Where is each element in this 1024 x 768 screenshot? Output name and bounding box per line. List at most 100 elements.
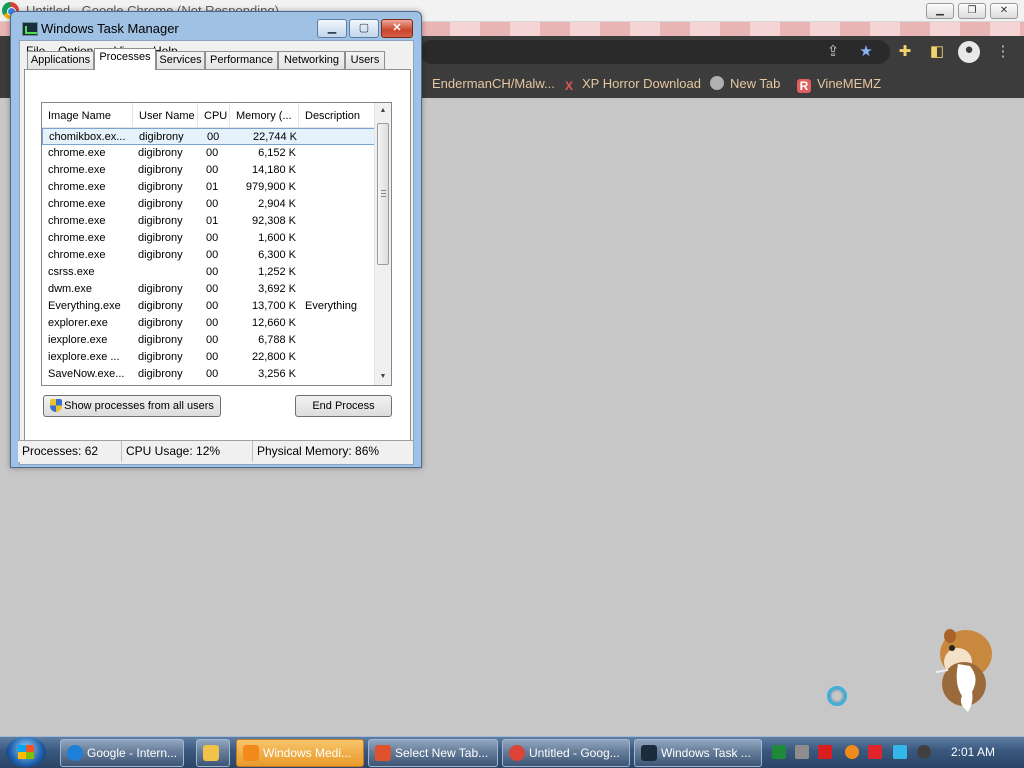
scroll-down-arrow-icon[interactable]: ▼ xyxy=(375,369,391,385)
process-memory: 3,692 K xyxy=(258,283,296,295)
process-cpu: 01 xyxy=(206,215,219,227)
task-manager-icon xyxy=(641,745,657,761)
tray-volume-icon[interactable] xyxy=(917,745,931,759)
table-row[interactable]: explorer.exe digibrony 00 12,660 K xyxy=(42,315,375,332)
table-row[interactable]: chrome.exe digibrony 01 979,900 K xyxy=(42,179,375,196)
profile-avatar-icon[interactable]: ● xyxy=(958,41,980,63)
table-row[interactable]: chrome.exe digibrony 00 6,152 K xyxy=(42,145,375,162)
process-memory: 1,252 K xyxy=(258,266,296,278)
table-row[interactable]: iexplore.exe digibrony 00 6,788 K xyxy=(42,332,375,349)
process-list-header: Image Name ▲ User Name CPU Memory (... De… xyxy=(42,103,375,128)
taskbar-button-label: Windows Medi... xyxy=(263,746,352,760)
tray-search-icon[interactable] xyxy=(845,745,859,759)
clock[interactable]: 2:01 AM xyxy=(951,745,995,759)
tab-processes[interactable]: Processes xyxy=(94,48,156,70)
column-memory[interactable]: Memory (... xyxy=(230,103,299,128)
process-image-name: chrome.exe xyxy=(48,215,106,227)
process-memory: 6,152 K xyxy=(258,147,296,159)
process-memory: 2,904 K xyxy=(258,198,296,210)
side-panel-icon[interactable]: ◧ xyxy=(928,43,946,61)
process-cpu: 00 xyxy=(206,351,219,363)
process-memory: 6,788 K xyxy=(258,334,296,346)
process-memory: 92,308 K xyxy=(251,215,296,227)
process-user-name: digibrony xyxy=(138,215,183,227)
close-button[interactable]: ✕ xyxy=(381,19,413,38)
table-row[interactable]: chrome.exe digibrony 00 6,300 K xyxy=(42,247,375,264)
tab-networking[interactable]: Networking xyxy=(278,51,345,70)
process-cpu: 00 xyxy=(206,283,219,295)
column-user-name[interactable]: User Name xyxy=(133,103,198,128)
chrome-minimize-button[interactable]: ▁ xyxy=(926,3,954,19)
extensions-icon[interactable]: ✚ xyxy=(896,43,914,61)
process-user-name: digibrony xyxy=(138,147,183,159)
process-image-name: iexplore.exe xyxy=(48,334,108,346)
chrome-close-button[interactable]: ✕ xyxy=(990,3,1018,19)
taskbar-button-app[interactable]: Select New Tab... xyxy=(368,739,498,767)
maximize-button[interactable]: ▢ xyxy=(349,19,379,38)
bookmark-xp-horror[interactable]: X XP Horror Download xyxy=(562,76,701,93)
table-row[interactable]: chomikbox.ex... digibrony 00 22,744 K xyxy=(42,128,375,145)
tab-performance[interactable]: Performance xyxy=(205,51,278,70)
tray-v-icon[interactable] xyxy=(818,745,832,759)
process-description xyxy=(305,179,375,196)
process-image-name: dwm.exe xyxy=(48,283,93,295)
scrollbar-thumb[interactable] xyxy=(377,123,389,265)
scroll-up-arrow-icon[interactable]: ▲ xyxy=(375,103,391,119)
table-row[interactable]: chrome.exe digibrony 00 14,180 K xyxy=(42,162,375,179)
taskbar-button-label: Select New Tab... xyxy=(395,746,489,760)
table-row[interactable]: chrome.exe digibrony 01 92,308 K xyxy=(42,213,375,230)
end-process-button[interactable]: End Process xyxy=(295,395,392,417)
start-button[interactable] xyxy=(6,737,46,767)
tray-green-icon[interactable] xyxy=(772,745,786,759)
hamster-pet-image[interactable] xyxy=(928,614,998,714)
table-row[interactable]: iexplore.exe ... digibrony 00 22,800 K xyxy=(42,349,375,366)
process-description xyxy=(305,332,375,349)
bookmark-star-icon[interactable]: ★ xyxy=(857,43,875,61)
process-list: Image Name ▲ User Name CPU Memory (... De… xyxy=(41,102,392,386)
table-row[interactable]: dwm.exe digibrony 00 3,692 K xyxy=(42,281,375,298)
process-cpu: 00 xyxy=(206,334,219,346)
process-image-name: SaveNow.exe... xyxy=(48,368,125,380)
process-description xyxy=(305,230,375,247)
taskbar-button-media-player[interactable]: Windows Medi... xyxy=(236,739,364,767)
taskbar-button-ie[interactable]: Google - Intern... xyxy=(60,739,184,767)
tray-flag-icon[interactable] xyxy=(868,745,882,759)
process-cpu: 00 xyxy=(206,300,219,312)
table-row[interactable]: chrome.exe digibrony 00 1,600 K xyxy=(42,230,375,247)
column-description[interactable]: Description xyxy=(299,103,375,128)
bookmark-endermanch[interactable]: EndermanCH/Malw... xyxy=(432,76,555,91)
taskbar-button-chrome[interactable]: Untitled - Goog... xyxy=(502,739,630,767)
table-row[interactable]: chrome.exe digibrony 00 2,904 K xyxy=(42,196,375,213)
tab-users[interactable]: Users xyxy=(345,51,385,70)
taskbar-button-label: Windows Task ... xyxy=(661,746,751,760)
tray-monitor-icon[interactable] xyxy=(893,745,907,759)
process-list-scrollbar[interactable]: ▲ ▼ xyxy=(374,103,391,385)
tab-services[interactable]: Services xyxy=(156,51,205,70)
status-cpu-usage: CPU Usage: 12% xyxy=(122,441,253,462)
chrome-maximize-button[interactable]: ❐ xyxy=(958,3,986,19)
bookmark-new-tab[interactable]: New Tab xyxy=(710,76,780,91)
x-icon: X xyxy=(564,79,573,93)
process-description xyxy=(305,145,375,162)
taskbar-button-folder[interactable] xyxy=(196,739,230,767)
minimize-button[interactable]: ▁ xyxy=(317,19,347,38)
process-user-name: digibrony xyxy=(139,131,184,143)
table-row[interactable]: SaveNow.exe... digibrony 00 3,256 K xyxy=(42,366,375,383)
process-image-name: chrome.exe xyxy=(48,249,106,261)
column-image-name[interactable]: Image Name ▲ xyxy=(42,103,133,128)
chrome-address-bar[interactable] xyxy=(420,40,890,64)
tray-network-icon[interactable] xyxy=(795,745,809,759)
share-icon[interactable]: ⇪ xyxy=(824,43,842,61)
status-physical-memory: Physical Memory: 86% xyxy=(257,444,380,458)
process-user-name: digibrony xyxy=(138,317,183,329)
table-row[interactable]: csrss.exe 00 1,252 K xyxy=(42,264,375,281)
process-memory: 22,744 K xyxy=(252,131,297,143)
column-cpu[interactable]: CPU xyxy=(198,103,230,128)
process-image-name: iexplore.exe ... xyxy=(48,351,120,363)
taskbar-button-task-manager[interactable]: Windows Task ... xyxy=(634,739,762,767)
show-all-users-button[interactable]: Show processes from all users xyxy=(43,395,221,417)
chrome-menu-icon[interactable]: ⋮ xyxy=(994,43,1012,61)
bookmark-vinememz[interactable]: R VineMEMZ xyxy=(797,76,881,93)
table-row[interactable]: Everything.exe digibrony 00 13,700 K Everyth… xyxy=(42,298,375,315)
tab-applications[interactable]: Applications xyxy=(27,51,94,70)
